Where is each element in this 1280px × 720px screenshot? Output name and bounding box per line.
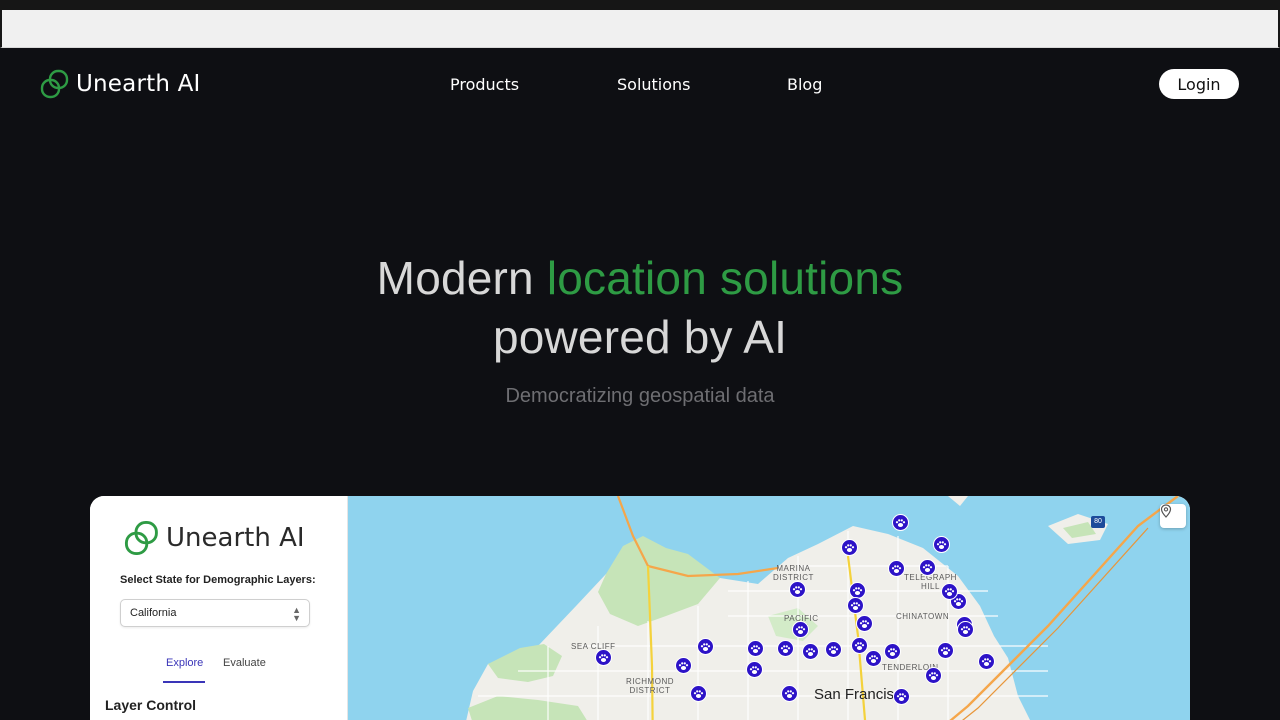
tab-evaluate[interactable]: Evaluate (223, 657, 266, 669)
login-button[interactable]: Login (1159, 69, 1239, 99)
highway-shield-icon: 80 (1091, 516, 1105, 528)
map-marker[interactable] (777, 640, 794, 657)
paw-icon (844, 543, 855, 552)
paw-icon (868, 654, 879, 663)
map-marker[interactable] (925, 667, 942, 684)
hero-headline-accent: location solutions (546, 252, 904, 304)
map-base (466, 496, 1179, 720)
paw-icon (936, 540, 947, 549)
paw-icon (895, 518, 906, 527)
paw-icon (981, 657, 992, 666)
map-marker[interactable] (825, 641, 842, 658)
browser-toolbar (0, 10, 1280, 48)
paw-icon (859, 619, 870, 628)
map-marker[interactable] (893, 688, 910, 705)
paw-icon (805, 647, 816, 656)
map-marker[interactable] (847, 597, 864, 614)
nav-link-blog[interactable]: Blog (787, 75, 822, 94)
hero-subtitle: Democratizing geospatial data (505, 385, 775, 407)
chevron-up-down-icon: ▲ ▼ (292, 605, 301, 623)
paw-icon (828, 645, 839, 654)
map-view[interactable]: MARINADISTRICT PACIFICHEI SEA CLIFF RICH… (348, 496, 1190, 720)
state-select-label: Select State for Demographic Layers: (120, 574, 316, 586)
map-marker[interactable] (792, 621, 809, 638)
map-marker[interactable] (888, 560, 905, 577)
brand-name: Unearth AI (76, 71, 201, 97)
map-label-marina: MARINA DISTRICT (773, 564, 814, 582)
paw-icon (700, 642, 711, 651)
layer-control-title: Layer Control (105, 697, 197, 713)
map-label-sea-cliff: SEA CLIFF (571, 642, 616, 651)
map-marker[interactable] (851, 637, 868, 654)
paw-icon (887, 647, 898, 656)
map-marker[interactable] (595, 649, 612, 666)
paw-icon (598, 653, 609, 662)
nav-link-solutions[interactable]: Solutions (617, 75, 691, 94)
state-select-value: California (130, 607, 177, 619)
map-marker[interactable] (747, 640, 764, 657)
map-marker[interactable] (841, 539, 858, 556)
map-marker[interactable] (690, 685, 707, 702)
paw-icon (693, 689, 704, 698)
paw-icon (750, 644, 761, 653)
map-label-chinatown: CHINATOWN (896, 612, 950, 621)
tab-explore[interactable]: Explore (166, 657, 203, 669)
map-marker[interactable] (957, 621, 974, 638)
map-marker[interactable] (892, 514, 909, 531)
map-marker[interactable] (865, 650, 882, 667)
logo-icon (40, 69, 69, 99)
paw-icon (780, 644, 791, 653)
map-marker[interactable] (978, 653, 995, 670)
map-marker[interactable] (856, 615, 873, 632)
map-marker[interactable] (884, 643, 901, 660)
paw-icon (944, 587, 955, 596)
map-marker[interactable] (919, 559, 936, 576)
window-top-edge (0, 0, 1280, 10)
paw-icon (784, 689, 795, 698)
paw-icon (891, 564, 902, 573)
locate-button[interactable] (1160, 504, 1186, 528)
paw-icon (960, 625, 971, 634)
hero-headline-line2: powered by AI (492, 311, 788, 363)
location-pin-icon (1160, 504, 1172, 518)
map-marker[interactable] (933, 536, 950, 553)
map-marker[interactable] (675, 657, 692, 674)
paw-icon (854, 641, 865, 650)
map-marker[interactable] (941, 583, 958, 600)
panel-logo: Unearth AI (124, 520, 305, 556)
active-tab-indicator (163, 681, 205, 683)
map-label-richmond: RICHMOND DISTRICT (626, 677, 674, 695)
map-marker[interactable] (789, 581, 806, 598)
site-header: Unearth AI Products Solutions Blog Login (0, 49, 1280, 121)
nav-link-products[interactable]: Products (450, 75, 519, 94)
map-marker[interactable] (697, 638, 714, 655)
paw-icon (852, 586, 863, 595)
paw-icon (922, 563, 933, 572)
side-panel: Unearth AI Select State for Demographic … (90, 496, 348, 720)
map-marker[interactable] (802, 643, 819, 660)
paw-icon (896, 692, 907, 701)
map-marker[interactable] (937, 642, 954, 659)
state-select[interactable]: California ▲ ▼ (120, 599, 310, 627)
paw-icon (749, 665, 760, 674)
hero-headline-prefix: Modern (376, 252, 547, 304)
map-marker[interactable] (781, 685, 798, 702)
panel-brand-name: Unearth AI (166, 523, 305, 553)
paw-icon (792, 585, 803, 594)
product-preview: Unearth AI Select State for Demographic … (90, 496, 1190, 720)
map-city-label: San Francis (814, 686, 895, 703)
paw-icon (850, 601, 861, 610)
paw-icon (928, 671, 939, 680)
brand-logo[interactable]: Unearth AI (40, 69, 201, 99)
paw-icon (940, 646, 951, 655)
paw-icon (678, 661, 689, 670)
map-marker[interactable] (746, 661, 763, 678)
paw-icon (795, 625, 806, 634)
hero-headline-line1: Modern location solutions (0, 251, 1280, 305)
logo-icon (124, 520, 158, 556)
